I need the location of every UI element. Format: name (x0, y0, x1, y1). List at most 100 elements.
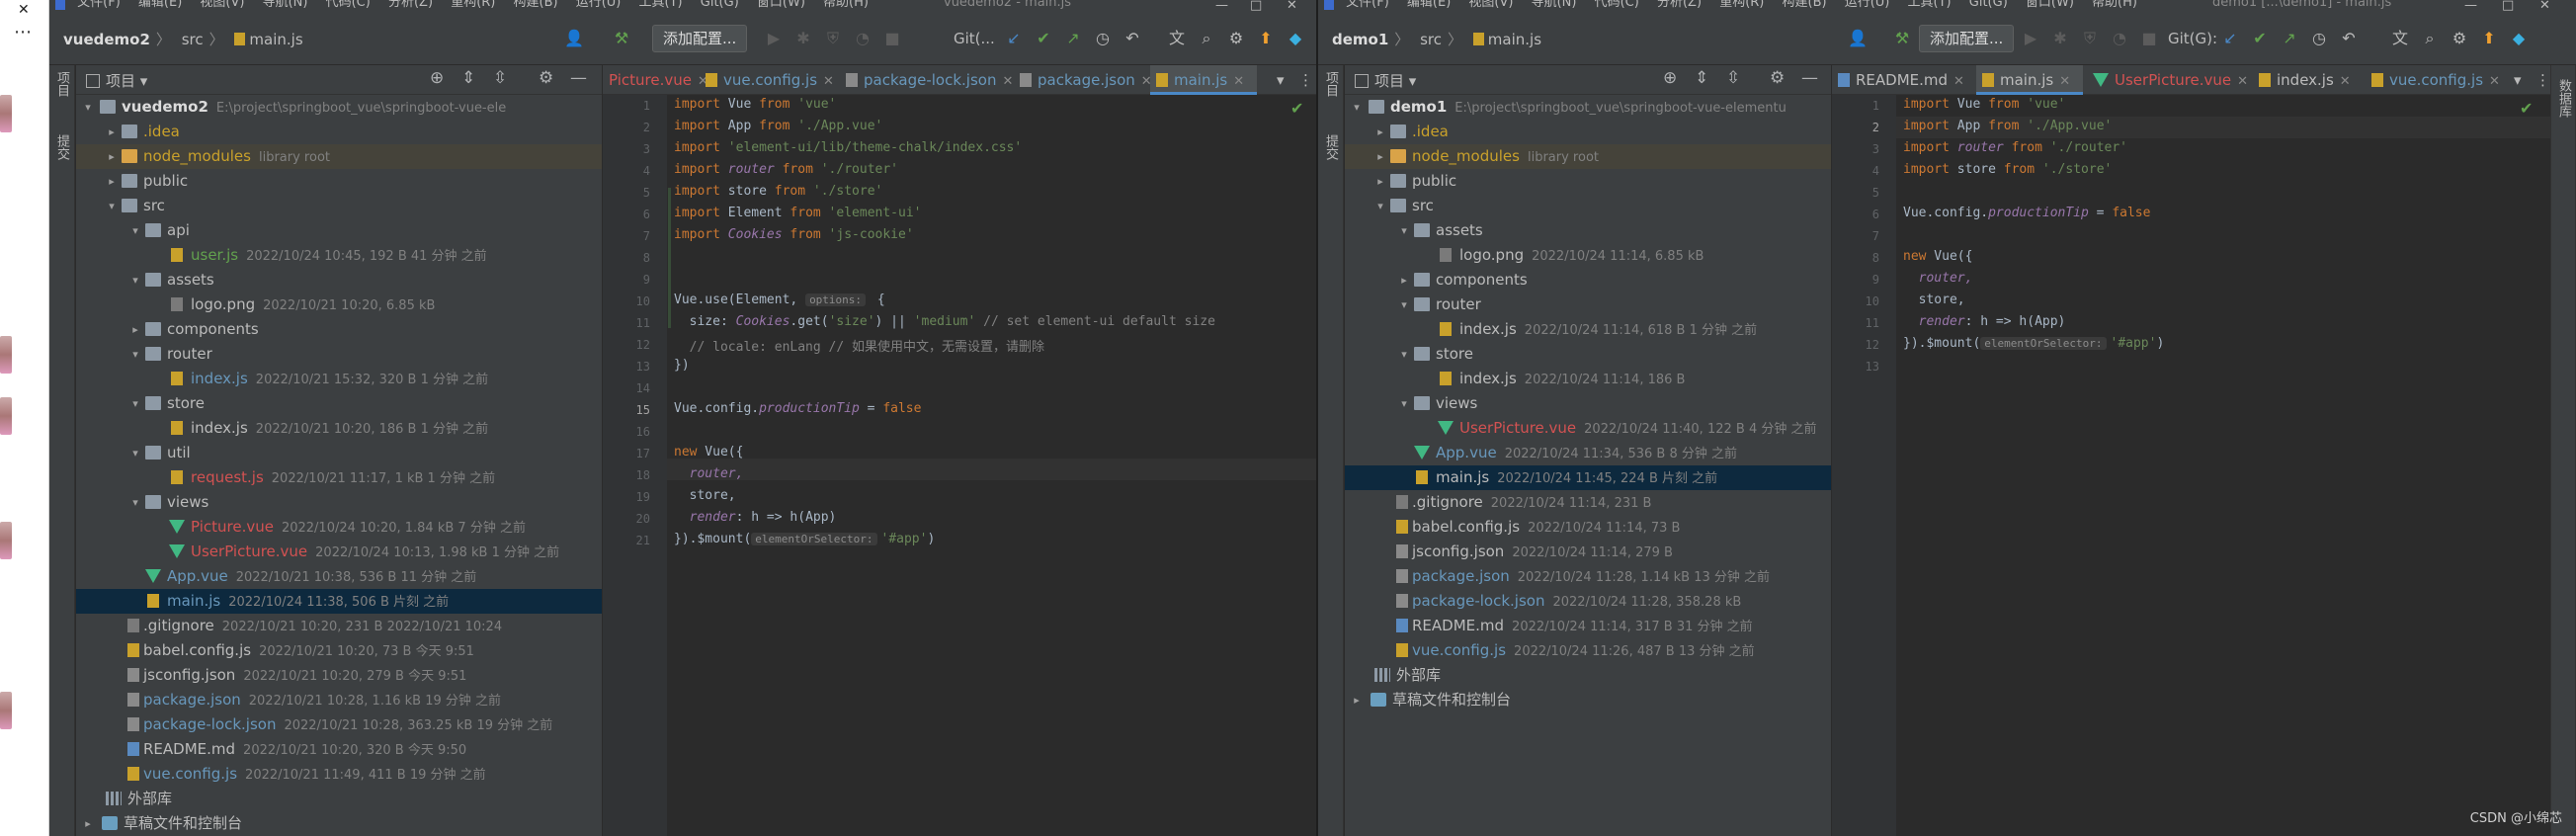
menu-git[interactable]: Git(G) (701, 0, 739, 9)
close-tab-icon[interactable]: ✕ (2059, 74, 2070, 89)
menu-navigate[interactable]: 导航(N) (263, 0, 308, 9)
tab-userpicture-vue[interactable]: UserPicture.vue ✕ (2087, 65, 2249, 95)
tree-item-file[interactable]: logo.png 2022/10/24 11:14, 6.85 kB (1345, 243, 1831, 268)
tree-item-folder[interactable]: ▾ views (1345, 391, 1831, 416)
tree-item-file[interactable]: package-lock.json 2022/10/24 11:28, 358.2… (1345, 589, 1831, 614)
hide-icon[interactable]: — (570, 68, 587, 88)
tab-main-js[interactable]: main.js ✕ (1976, 65, 2083, 95)
breadcrumb-project[interactable]: demo1 (1332, 31, 1388, 48)
stripe-database-tab[interactable]: 数据库 (2554, 79, 2573, 118)
tree-item-external-libraries[interactable]: 外部库 (1345, 663, 1831, 688)
tree-item-folder[interactable]: ▾ src (1345, 194, 1831, 218)
tree-item-file[interactable]: UserPicture.vue 2022/10/24 10:13, 1.98 kB… (76, 540, 602, 564)
expand-all-icon[interactable]: ⇕ (1695, 68, 1708, 88)
tree-item-external-libraries[interactable]: 外部库 (76, 787, 602, 811)
minimize-icon[interactable]: — (1215, 0, 1228, 12)
menu-run[interactable]: 运行(U) (1845, 0, 1890, 9)
settings-icon[interactable]: ⚙ (1225, 28, 1247, 49)
tree-item-folder[interactable]: ▾ src (76, 194, 602, 218)
close-tab-icon[interactable]: ✕ (1953, 74, 1964, 89)
rollback-icon[interactable]: ↶ (1122, 28, 1143, 49)
history-icon[interactable]: ◷ (2308, 28, 2330, 49)
tree-item-file[interactable]: README.md 2022/10/21 10:20, 320 B 今天 9:50 (76, 737, 602, 762)
code-editor[interactable]: README.md ✕ main.js ✕ UserPicture.vue ✕ ind… (1832, 65, 2551, 836)
coverage-icon[interactable]: ⛨ (822, 28, 844, 49)
tab-readme[interactable]: README.md ✕ (1832, 65, 1972, 95)
tree-item-file[interactable]: .gitignore 2022/10/24 11:14, 231 B (1345, 490, 1831, 515)
plugin-icon[interactable]: ◆ (1285, 28, 1306, 49)
plugin-icon[interactable]: ◆ (2508, 28, 2530, 49)
close-tab-icon[interactable]: ✕ (823, 74, 834, 89)
close-window-icon[interactable]: ✕ (1287, 0, 1297, 12)
tab-vue-config[interactable]: vue.config.js ✕ (2366, 65, 2504, 95)
settings-icon[interactable]: ⚙ (1770, 68, 1785, 88)
git-commit-icon[interactable]: ✔ (2249, 28, 2271, 49)
git-update-icon[interactable]: ↙ (2219, 28, 2241, 49)
rollback-icon[interactable]: ↶ (2338, 28, 2360, 49)
tree-item-folder[interactable]: ▾ router (1345, 293, 1831, 317)
git-commit-icon[interactable]: ✔ (1033, 28, 1054, 49)
code-area[interactable]: import Vue from 'vue' import App from '.… (674, 95, 1316, 836)
tree-item-folder[interactable]: ▾ assets (76, 268, 602, 293)
locate-icon[interactable]: ⊕ (1663, 68, 1677, 88)
tree-item-file[interactable]: package-lock.json 2022/10/21 10:28, 363.2… (76, 712, 602, 737)
coverage-icon[interactable]: ⛨ (2079, 28, 2101, 49)
tree-item-file[interactable]: index.js 2022/10/24 11:14, 186 B (1345, 367, 1831, 391)
menu-help[interactable]: 帮助(H) (823, 0, 869, 9)
tree-item-file[interactable]: Picture.vue 2022/10/24 10:20, 1.84 kB 7 分… (76, 515, 602, 540)
thumbnail-image[interactable] (0, 692, 12, 729)
tree-item-file[interactable]: README.md 2022/10/24 11:14, 317 B 31 分钟 之… (1345, 614, 1831, 638)
tree-item-file[interactable]: App.vue 2022/10/21 10:38, 536 B 11 分钟 之前 (76, 564, 602, 589)
tree-item-folder[interactable]: ▸ public (76, 169, 602, 194)
menu-file[interactable]: 文件(F) (1346, 0, 1389, 9)
tree-item-folder[interactable]: ▾ store (76, 391, 602, 416)
stop-icon[interactable]: ■ (2138, 28, 2160, 49)
stripe-project-tab[interactable]: 项目 (1321, 71, 1340, 97)
build-hammer-icon[interactable]: ⚒ (611, 28, 632, 49)
tree-item-root[interactable]: ▾ vuedemo2 E:\project\springboot_vue\sprin… (76, 95, 602, 120)
tree-item-file[interactable]: index.js 2022/10/21 15:32, 320 B 1 分钟 之前 (76, 367, 602, 391)
close-tab-icon[interactable]: ✕ (2237, 74, 2248, 89)
breadcrumb-file[interactable]: main.js (1488, 31, 1541, 48)
git-push-icon[interactable]: ↗ (2279, 28, 2300, 49)
tree-item-file[interactable]: UserPicture.vue 2022/10/24 11:40, 122 B 4… (1345, 416, 1831, 441)
debug-icon[interactable]: ✱ (2049, 28, 2071, 49)
run-icon[interactable]: ▶ (2020, 28, 2041, 49)
hide-icon[interactable]: — (1801, 68, 1818, 88)
breadcrumb-folder[interactable]: src (182, 31, 204, 48)
user-icon[interactable]: 👤 (563, 28, 585, 49)
tab-main-js[interactable]: main.js ✕ (1150, 65, 1257, 95)
profile-icon[interactable]: ◔ (2109, 28, 2130, 49)
search-icon[interactable]: ⌕ (2419, 28, 2441, 49)
more-icon[interactable]: ⋮ (2530, 65, 2550, 95)
breadcrumb-file[interactable]: main.js (249, 31, 302, 48)
minimize-icon[interactable]: — (2464, 0, 2477, 12)
tree-item-folder[interactable]: ▸ node_modules library root (1345, 144, 1831, 169)
code-editor[interactable]: Picture.vue ✕ vue.config.js ✕ package-lock… (603, 65, 1316, 836)
tabs-dropdown-icon[interactable]: ▾ (2508, 65, 2522, 95)
thumbnail-image[interactable] (0, 397, 12, 435)
menu-code[interactable]: 代码(C) (326, 0, 371, 9)
git-update-icon[interactable]: ↙ (1003, 28, 1025, 49)
tree-item-file[interactable]: request.js 2022/10/21 11:17, 1 kB 1 分钟 之前 (76, 465, 602, 490)
menu-build[interactable]: 构建(B) (1783, 0, 1827, 9)
expand-all-icon[interactable]: ⇕ (461, 68, 475, 88)
thumbnail-image[interactable] (0, 336, 12, 374)
build-hammer-icon[interactable]: ⚒ (1891, 28, 1913, 49)
user-icon[interactable]: 👤 (1847, 28, 1869, 49)
tree-item-file[interactable]: logo.png 2022/10/21 10:20, 6.85 kB (76, 293, 602, 317)
menu-window[interactable]: 窗口(W) (2026, 0, 2074, 9)
locate-icon[interactable]: ⊕ (430, 68, 444, 88)
close-tab-icon[interactable]: ✕ (2340, 74, 2351, 89)
menu-refactor[interactable]: 重构(R) (1719, 0, 1764, 9)
tab-picture-vue[interactable]: Picture.vue ✕ (603, 65, 708, 95)
tree-item-file[interactable]: jsconfig.json 2022/10/21 10:20, 279 B 今天 … (76, 663, 602, 688)
menu-run[interactable]: 运行(U) (576, 0, 622, 9)
settings-icon[interactable]: ⚙ (2449, 28, 2470, 49)
tree-item-file-selected[interactable]: main.js 2022/10/24 11:45, 224 B 片刻 之前 (1345, 465, 1831, 490)
tree-item-folder[interactable]: ▸ components (1345, 268, 1831, 293)
close-window-icon[interactable]: ✕ (2539, 0, 2550, 12)
tree-item-file[interactable]: index.js 2022/10/24 11:14, 618 B 1 分钟 之前 (1345, 317, 1831, 342)
settings-icon[interactable]: ⚙ (539, 68, 553, 88)
tab-package-json[interactable]: package.json ✕ (1014, 65, 1152, 95)
